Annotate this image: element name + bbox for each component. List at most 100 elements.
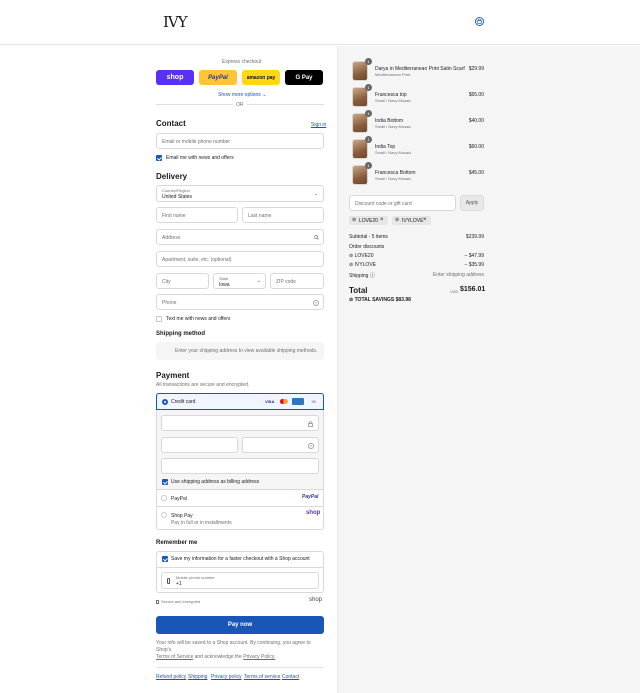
subtotal-value: $239.99 — [465, 234, 484, 240]
total-savings-label: TOTAL SAVINGS — [354, 297, 395, 303]
pay-now-button[interactable]: Pay now — [156, 616, 324, 634]
or-label: OR — [236, 102, 244, 108]
shipping-label: Shipping — [349, 273, 369, 279]
card-number-field[interactable] — [161, 415, 319, 431]
credit-card-option[interactable]: Credit card VISA +5 — [156, 393, 324, 410]
amazon-pay-button[interactable]: amazon pay — [242, 70, 280, 85]
zip-field[interactable]: ZIP code — [270, 273, 324, 289]
order-discounts-label: Order discounts — [349, 244, 385, 250]
contact-link[interactable]: Contact — [282, 674, 299, 680]
product-variant: Small / Navy Mosaic — [375, 150, 412, 155]
svg-text:?: ? — [310, 445, 312, 449]
country-select[interactable]: Country/Region United States ⌄ — [156, 185, 324, 202]
help-icon[interactable]: ? — [308, 443, 314, 449]
show-more-options-link[interactable]: Show more options ⌄ — [218, 92, 266, 98]
discount-row-label: IVYLOVE — [354, 262, 376, 268]
delivery-heading: Delivery — [156, 172, 188, 181]
shop-pay-radio[interactable] — [161, 512, 167, 518]
shop-pay-button[interactable]: shop — [156, 70, 194, 85]
country-value: United States — [162, 194, 193, 200]
shop-pay-subtitle: Pay in full or in installments — [171, 520, 232, 526]
tag-icon: ⊘ — [352, 217, 357, 223]
city-field[interactable]: City — [156, 273, 209, 289]
sign-in-link[interactable]: Sign in — [311, 122, 326, 128]
discount-code-field[interactable]: Discount code or gift card — [349, 195, 456, 211]
name-on-card-field[interactable] — [161, 458, 319, 474]
last-name-placeholder: Last name — [248, 213, 272, 219]
legal-text: Your info will be saved to a Shop accoun… — [156, 640, 324, 661]
total-value: $156.01 — [460, 286, 486, 293]
google-pay-button[interactable]: G Pay — [285, 70, 323, 85]
total-savings: ⊘ TOTAL SAVINGS $83.98 — [349, 297, 411, 303]
credit-card-label: Credit card — [171, 399, 196, 405]
address-field[interactable]: Address — [156, 229, 324, 245]
discount-row-code: ⊘ IVYLOVE — [349, 262, 376, 268]
product-price: $29.99 — [468, 66, 484, 72]
more-cards-count: +5 — [311, 399, 316, 404]
apply-button[interactable]: Apply — [460, 195, 484, 211]
product-price: $40.00 — [468, 118, 484, 124]
help-icon[interactable]: ? — [313, 300, 319, 306]
product-price: $60.00 — [468, 144, 484, 150]
header: IVY — [0, 0, 640, 45]
save-info-checkbox[interactable] — [162, 556, 168, 562]
email-news-checkbox[interactable] — [156, 155, 162, 161]
country-label: Country/Region — [162, 188, 190, 193]
shop-terms-link[interactable]: Terms of Service — [156, 654, 193, 660]
discount-tag: ⊘ LOVE20 × — [349, 216, 388, 225]
phone-icon — [167, 578, 170, 584]
contact-heading: Contact — [156, 119, 186, 128]
phone-placeholder: Phone — [162, 300, 177, 306]
divider — [156, 489, 324, 490]
privacy-policy-link[interactable]: Privacy policy — [211, 674, 242, 680]
billing-address-checkbox[interactable] — [162, 479, 168, 485]
mobile-phone-field[interactable]: Mobile phone number +1 — [161, 572, 319, 589]
state-value: Iowa — [219, 282, 230, 288]
secure-encrypted-label: Secure and encrypted — [161, 599, 201, 604]
shipping-policy-link[interactable]: Shipping — [188, 674, 207, 680]
terms-of-service-link[interactable]: Terms of service — [244, 674, 280, 680]
refund-policy-link[interactable]: Refund policy — [156, 674, 186, 680]
text-news-checkbox[interactable] — [156, 316, 162, 322]
search-icon — [314, 235, 319, 240]
credit-card-radio[interactable] — [162, 399, 168, 405]
discount-tag: ⊘ IVYLOVE × — [392, 216, 431, 225]
discount-code-label: IVYLOVE — [402, 218, 424, 224]
shipping-row: Shipping ⓘ — [349, 272, 375, 279]
security-code-field[interactable]: ? — [242, 437, 319, 453]
chevron-down-icon: ⌄ — [313, 191, 318, 197]
shop-logo: shop — [309, 597, 323, 603]
amex-icon — [292, 398, 304, 405]
city-placeholder: City — [162, 279, 171, 285]
quantity-badge: 1 — [365, 58, 372, 65]
remember-me-heading: Remember me — [156, 540, 198, 546]
apartment-field[interactable]: Apartment, suite, etc. (optional) — [156, 251, 324, 267]
discount-row-code: ⊘ LOVE20 — [349, 253, 374, 259]
discount-row-label: LOVE20 — [354, 253, 374, 259]
shop-privacy-link[interactable]: Privacy Policy. — [243, 654, 275, 660]
shop-pay-option-label[interactable]: Shop Pay — [171, 513, 193, 519]
last-name-field[interactable]: Last name — [242, 207, 324, 223]
paypal-button[interactable]: PayPal — [199, 70, 237, 85]
store-logo[interactable]: IVY — [163, 13, 188, 31]
paypal-option-label[interactable]: PayPal — [171, 496, 187, 502]
divider — [156, 567, 324, 568]
paypal-radio[interactable] — [161, 495, 167, 501]
total-savings-value: $83.98 — [395, 297, 411, 303]
state-select[interactable]: State Iowa ⌄ — [213, 273, 266, 289]
mobile-phone-label: Mobile phone number — [176, 575, 215, 580]
expiry-field[interactable] — [161, 437, 238, 453]
email-field[interactable]: Email or mobile phone number — [156, 133, 324, 149]
info-icon[interactable]: ⓘ — [370, 273, 375, 279]
discount-code-label: LOVE20 — [359, 218, 378, 224]
remove-discount-icon[interactable]: × — [380, 217, 384, 223]
remove-discount-icon[interactable]: × — [423, 217, 427, 223]
first-name-placeholder: First name — [162, 213, 186, 219]
mastercard-icon — [280, 398, 288, 404]
bag-icon[interactable] — [475, 17, 484, 26]
discount-row-amount: – $47.99 — [464, 253, 484, 259]
first-name-field[interactable]: First name — [156, 207, 238, 223]
subtotal-label: Subtotal · 5 items — [349, 234, 388, 240]
legal-and: and acknowledge the — [194, 654, 242, 660]
phone-field[interactable]: Phone ? — [156, 294, 324, 310]
